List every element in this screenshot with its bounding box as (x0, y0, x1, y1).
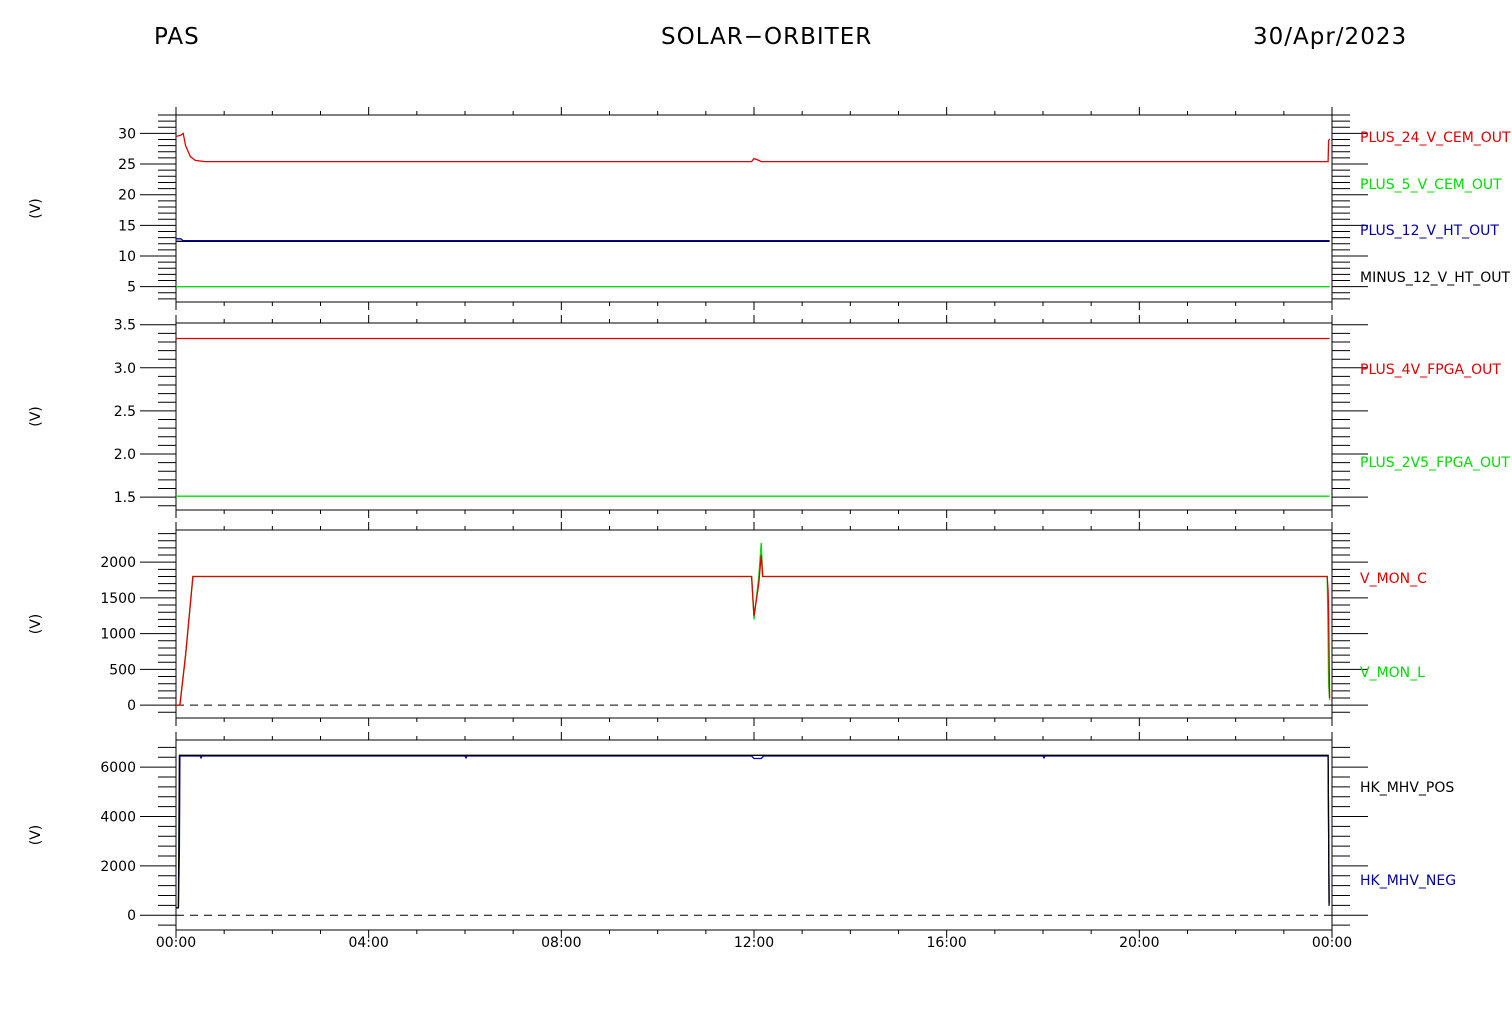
x-tick-label: 00:00 (156, 935, 196, 951)
legend-label: PLUS_4V_FPGA_OUT (1360, 362, 1501, 378)
y-tick-label: 2000 (100, 859, 136, 875)
y-tick-label: 2.5 (114, 404, 136, 420)
series-line-hk-mhv-pos (176, 754, 1330, 909)
plot-frame (175, 322, 1333, 511)
x-tick-label: 20:00 (1119, 935, 1159, 951)
y-tick-label: 25 (118, 157, 136, 173)
x-tick-label: 12:00 (734, 935, 774, 951)
panel-2: 1.5 2.0 2.5 3.0 3.5 (V) PLUS_4V_FPGA_OUT PLUS_2… (28, 315, 1510, 518)
panel-1: 5 10 15 20 25 30 (V) PLUS_24_V_CEM_OUT PLUS_5_V_… (28, 107, 1511, 310)
y-tick-label: 10 (118, 249, 136, 265)
y-tick-label: 3.0 (114, 361, 136, 377)
x-tick-label: 04:00 (348, 935, 388, 951)
y-tick-label: 1500 (100, 591, 136, 607)
legend-label: V_MON_L (1360, 665, 1425, 681)
legend-label: HK_MHV_POS (1360, 780, 1454, 796)
y-tick-label: 500 (109, 662, 136, 678)
y-axis-label: (V) (28, 198, 44, 219)
series-line-hk-mhv-neg (176, 755, 1330, 909)
series-line-plus-12-v-ht-out (176, 238, 1330, 242)
legend-label: V_MON_C (1360, 571, 1427, 587)
y-tick-label: 4000 (100, 809, 136, 825)
y-tick-label: 6000 (100, 760, 136, 776)
legend-label: PLUS_2V5_FPGA_OUT (1360, 455, 1510, 471)
x-tick-label: 08:00 (541, 935, 581, 951)
panel-3: 0 500 1000 1500 2000 (V) V_MON_C V_MON_L (28, 522, 1427, 726)
legend-label: PLUS_12_V_HT_OUT (1360, 223, 1499, 239)
y-axis-label: (V) (28, 614, 44, 635)
panel-4: 0 2000 4000 6000 (V) HK_MHV_POS HK_MHV_NEG 00:0… (28, 732, 1456, 951)
y-tick-label: 1000 (100, 627, 136, 643)
y-tick-label: 0 (127, 908, 136, 924)
y-tick-label: 30 (118, 126, 136, 142)
series-line-v-mon-l (176, 542, 1331, 706)
x-tick-label: 00:00 (1312, 935, 1352, 951)
chart-canvas: 5 10 15 20 25 30 (V) PLUS_24_V_CEM_OUT PLUS_5_V_… (28, 107, 1511, 951)
y-tick-label: 20 (118, 188, 136, 204)
y-tick-label: 3.5 (114, 318, 136, 334)
legend-label: PLUS_5_V_CEM_OUT (1360, 177, 1502, 193)
plot-frame (175, 114, 1333, 303)
y-tick-label: 2.0 (114, 447, 136, 463)
plot-frame (175, 529, 1333, 719)
legend-label: PLUS_24_V_CEM_OUT (1360, 130, 1511, 146)
legend-label: HK_MHV_NEG (1360, 873, 1456, 889)
series-line-v-mon-c (176, 554, 1331, 706)
y-tick-label: 5 (127, 280, 136, 296)
y-tick-label: 1.5 (114, 490, 136, 506)
y-axis-label: (V) (28, 406, 44, 427)
y-tick-label: 15 (118, 218, 136, 234)
series-line-plus-24-v-cem-out (175, 132, 1331, 163)
y-tick-label: 0 (127, 698, 136, 714)
y-tick-label: 2000 (100, 555, 136, 571)
x-tick-label: 16:00 (926, 935, 966, 951)
legend-label: MINUS_12_V_HT_OUT (1360, 270, 1511, 286)
y-axis-label: (V) (28, 825, 44, 846)
plot-frame (175, 739, 1333, 931)
